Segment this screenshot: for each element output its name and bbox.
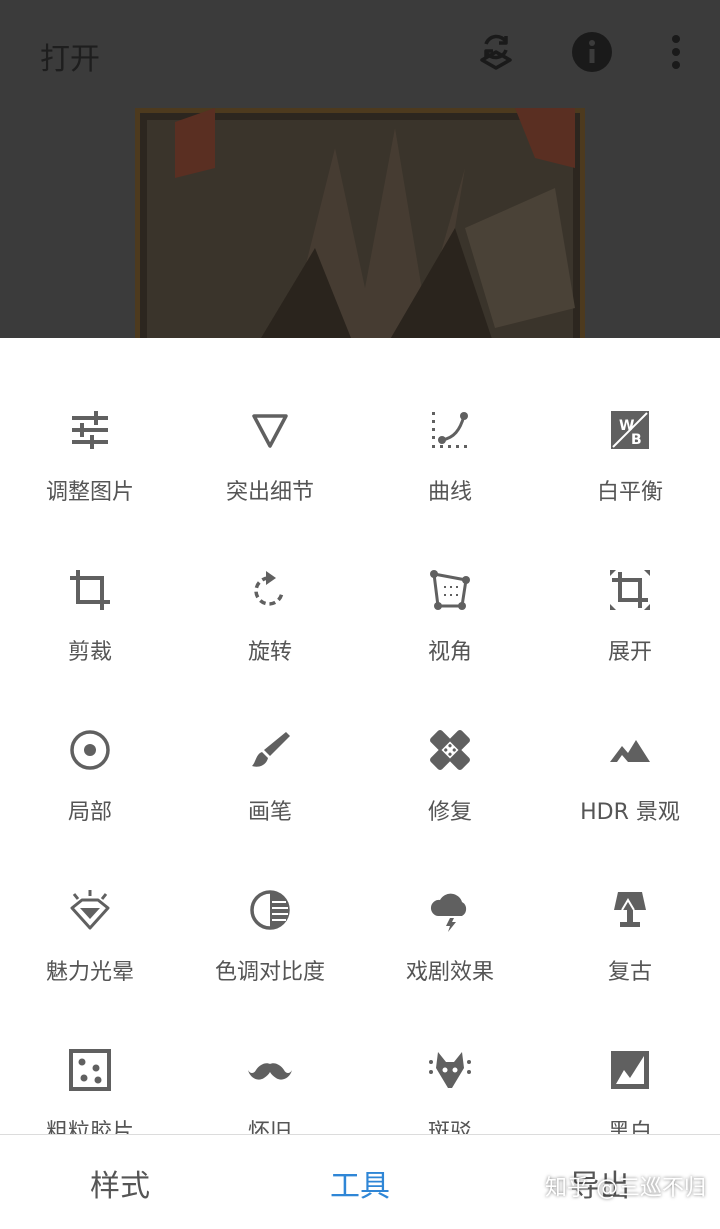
rotate-icon (248, 568, 292, 612)
tool-healing[interactable]: 修复 (360, 658, 540, 825)
tool-tonal-contrast[interactable]: 色调对比度 (180, 818, 360, 985)
layers-icon[interactable] (474, 30, 518, 74)
healing-icon (428, 728, 472, 772)
more-icon[interactable] (654, 30, 698, 74)
tab-tools[interactable]: 工具 (240, 1161, 480, 1205)
grainy-film-icon (68, 1048, 112, 1092)
crop-icon (68, 568, 112, 612)
tool-details[interactable]: 突出细节 (180, 338, 360, 505)
svg-text:B: B (631, 432, 642, 448)
brush-icon (248, 728, 292, 772)
tool-rotate[interactable]: 旋转 (180, 498, 360, 665)
tool-white-balance[interactable]: W B 白平衡 (540, 338, 720, 505)
tool-expand[interactable]: 展开 (540, 498, 720, 665)
white-balance-icon: W B (608, 408, 652, 452)
tab-styles[interactable]: 样式 (0, 1161, 240, 1205)
tool-hdr-scape[interactable]: HDR 景观 (540, 658, 720, 825)
image-preview-area: 打开 (0, 0, 720, 338)
tool-grainy-film[interactable]: 粗粒胶片 (0, 978, 180, 1134)
tool-label: 粗粒胶片 (45, 1120, 134, 1134)
tool-glamour-glow[interactable]: 魅力光晕 (0, 818, 180, 985)
tool-vintage[interactable]: 复古 (540, 818, 720, 985)
expand-icon (608, 568, 652, 612)
vintage-lamp-icon (608, 888, 652, 932)
info-icon[interactable] (570, 30, 614, 74)
tool-tune-image[interactable]: 调整图片 (0, 338, 180, 505)
selective-icon (68, 728, 112, 772)
photo-preview (135, 108, 585, 338)
curves-icon (428, 408, 472, 452)
watermark: 知乎 @三巡不归 (545, 1176, 706, 1201)
tool-label: 怀旧 (247, 1120, 292, 1134)
tool-crop[interactable]: 剪裁 (0, 498, 180, 665)
retrolux-mustache-icon (248, 1048, 292, 1092)
tool-perspective[interactable]: 视角 (360, 498, 540, 665)
tools-panel: 调整图片 突出细节 曲线 W B 白平衡 剪裁 旋转 视角 展开 局部 画笔 修… (0, 338, 720, 1134)
glamour-glow-icon (68, 888, 112, 932)
tool-label: 黑白 (607, 1120, 652, 1134)
tool-selective[interactable]: 局部 (0, 658, 180, 825)
tool-drama[interactable]: 戏剧效果 (360, 818, 540, 985)
black-white-icon (608, 1048, 652, 1092)
grunge-icon (428, 1048, 472, 1092)
hdr-mountain-icon (608, 728, 652, 772)
tool-retrolux[interactable]: 怀旧 (180, 978, 360, 1134)
tool-black-white[interactable]: 黑白 (540, 978, 720, 1134)
details-triangle-icon (248, 408, 292, 452)
top-app-bar: 打开 (0, 0, 720, 104)
perspective-icon (428, 568, 472, 612)
drama-cloud-icon (428, 888, 472, 932)
tool-label: 斑驳 (427, 1120, 472, 1134)
tune-icon (68, 408, 112, 452)
tool-brush[interactable]: 画笔 (180, 658, 360, 825)
tool-grunge[interactable]: 斑驳 (360, 978, 540, 1134)
open-button[interactable]: 打开 (40, 34, 100, 78)
tool-curves[interactable]: 曲线 (360, 338, 540, 505)
tonal-contrast-icon (248, 888, 292, 932)
